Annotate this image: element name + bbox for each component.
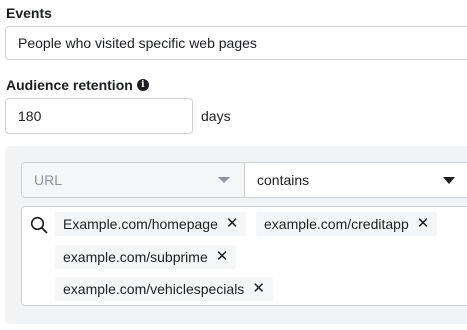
chevron-down-icon [218, 177, 230, 183]
url-tag: example.com/creditapp ✕ [256, 212, 438, 236]
operator-select-value: contains [257, 172, 310, 188]
info-icon[interactable]: i [136, 79, 149, 91]
operator-select[interactable]: contains [244, 162, 467, 198]
url-tags-input[interactable]: Example.com/homepage ✕ example.com/credi… [21, 206, 467, 306]
audience-retention-label: Audience retention i [6, 77, 149, 93]
events-select[interactable]: People who visited specific web pages [5, 26, 467, 60]
retention-days-input[interactable]: 180 [5, 98, 193, 134]
close-icon[interactable]: ✕ [252, 277, 265, 301]
search-icon [30, 216, 48, 234]
url-tag-text: example.com/subprime [63, 249, 208, 265]
close-icon[interactable]: ✕ [216, 245, 229, 269]
close-icon[interactable]: ✕ [226, 212, 239, 236]
url-tag-text: Example.com/homepage [63, 216, 218, 232]
url-tag: example.com/vehiclespecials ✕ [55, 277, 273, 301]
field-select[interactable]: URL [21, 162, 245, 198]
url-tag: example.com/subprime ✕ [55, 245, 237, 269]
close-icon[interactable]: ✕ [417, 212, 430, 236]
chevron-down-icon [443, 177, 455, 184]
url-tag-text: example.com/vehiclespecials [63, 281, 245, 297]
audience-form: Events People who visited specific web p… [0, 0, 467, 330]
field-select-value: URL [34, 172, 63, 188]
url-tag-text: example.com/creditapp [264, 216, 409, 232]
audience-retention-text: Audience retention [6, 77, 133, 93]
url-tag: Example.com/homepage ✕ [55, 212, 247, 236]
days-unit-label: days [201, 108, 231, 124]
events-label: Events [6, 5, 52, 21]
